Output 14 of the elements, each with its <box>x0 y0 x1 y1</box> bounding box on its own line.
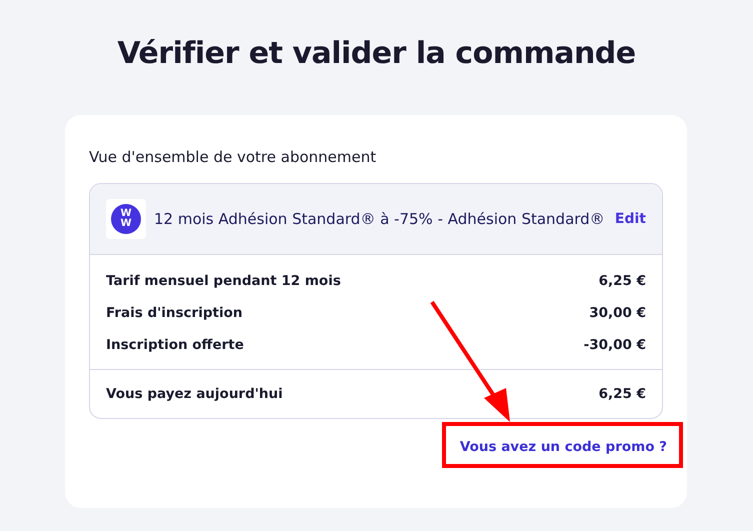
line-amount: -30,00 € <box>584 336 646 355</box>
plan-name: 12 mois Adhésion Standard® à -75% - Adhésion Standard® <box>154 209 606 230</box>
brand-logo: W W <box>106 199 146 239</box>
section-heading: Vue d'ensemble de votre abonnement <box>89 147 378 167</box>
line-amount: 30,00 € <box>589 304 646 323</box>
line-label: Tarif mensuel pendant 12 mois <box>106 272 341 291</box>
promo-code-link[interactable]: Vous avez un code promo ? <box>460 439 667 455</box>
page-title: Vérifier et valider la commande <box>116 35 637 73</box>
line-label: Frais d'inscription <box>106 304 242 323</box>
edit-link[interactable]: Edit <box>614 211 646 227</box>
total-label: Vous payez aujourd'hui <box>106 385 283 404</box>
line-amount: 6,25 € <box>598 272 646 291</box>
total-amount: 6,25 € <box>598 385 646 404</box>
line-label: Inscription offerte <box>106 336 244 355</box>
